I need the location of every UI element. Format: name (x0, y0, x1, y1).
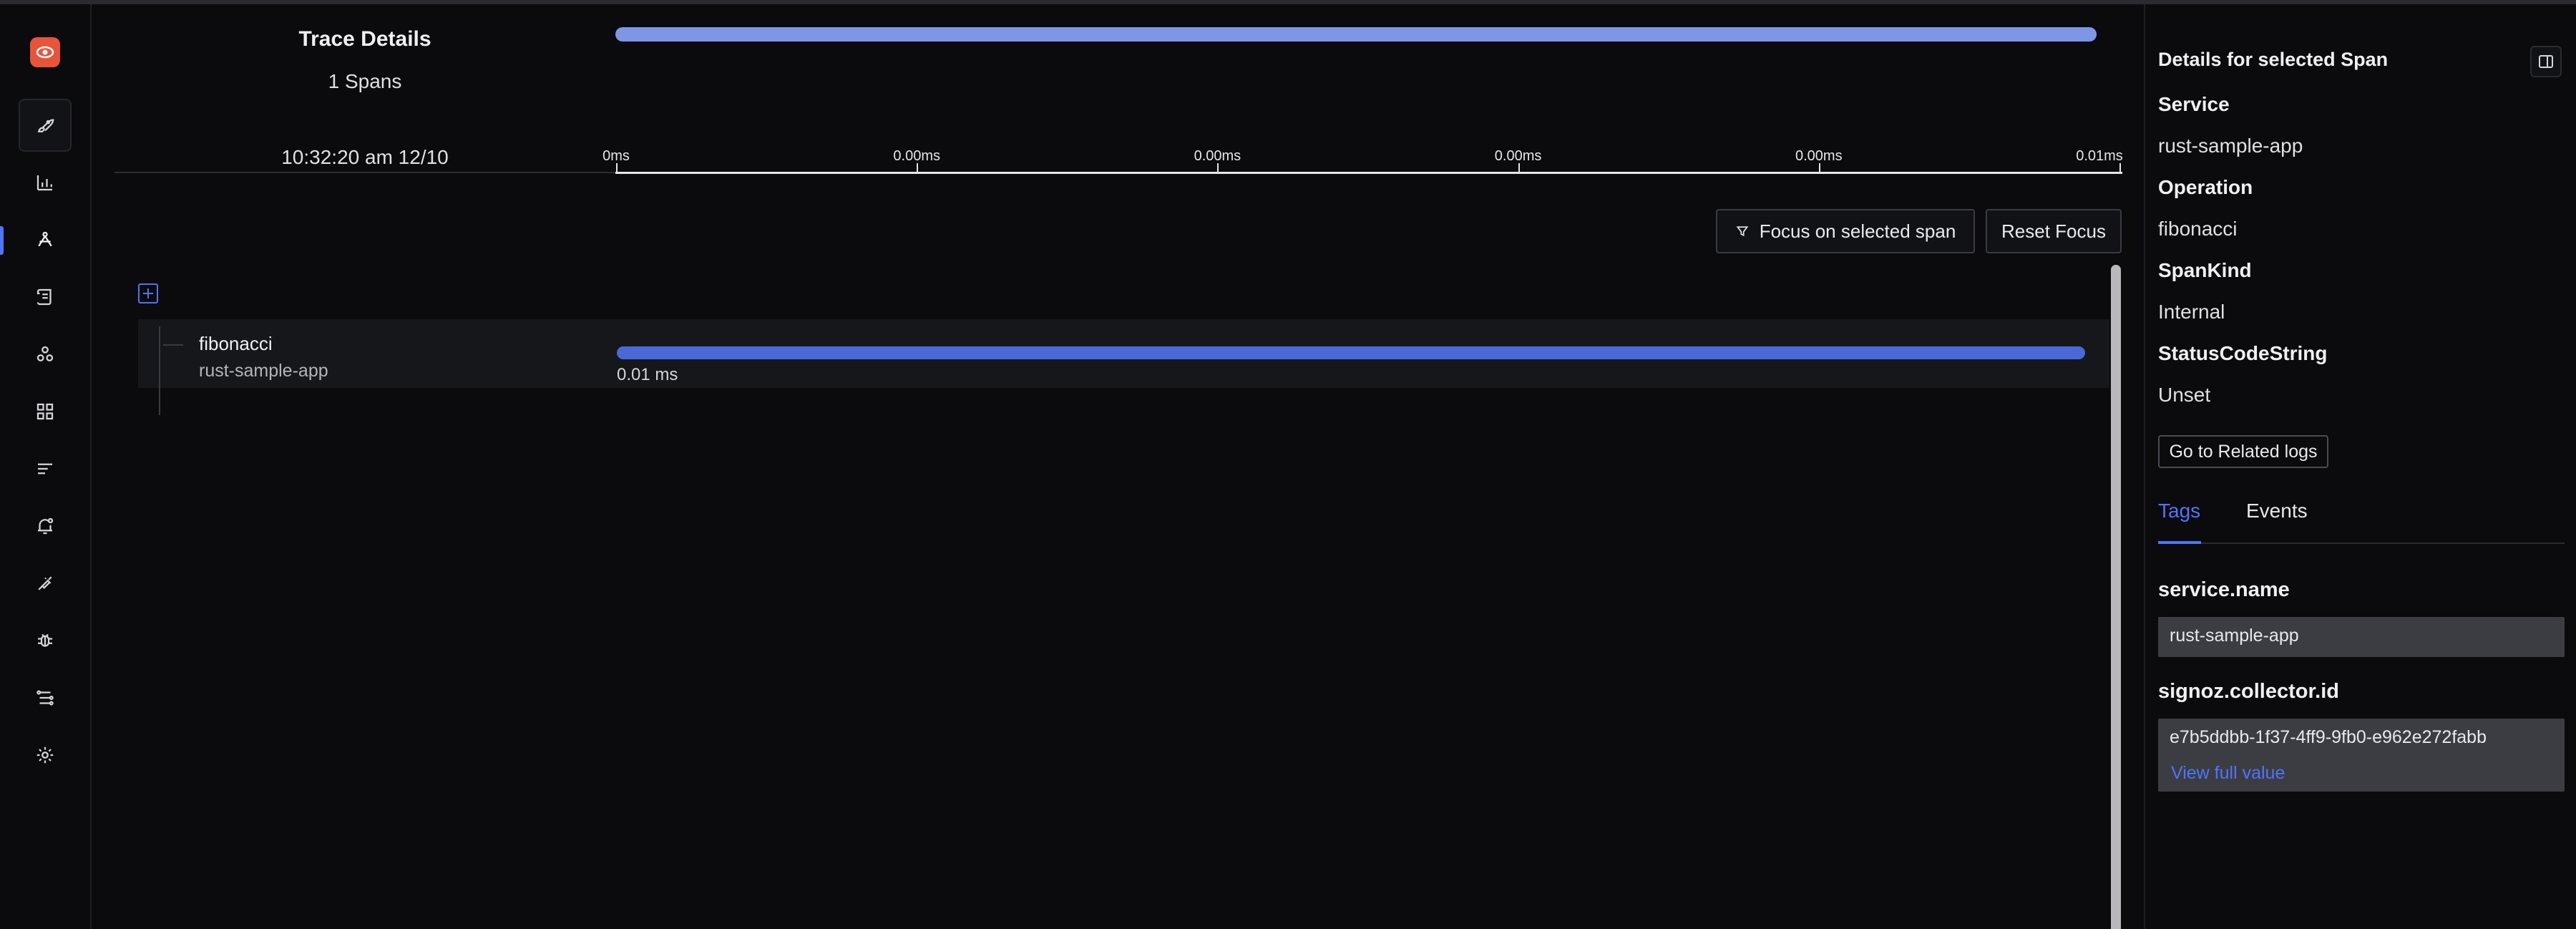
collapse-panel-button[interactable] (2530, 46, 2562, 77)
logs-icon (36, 288, 52, 306)
tab-tags[interactable]: Tags (2158, 500, 2200, 522)
timeline-tick (1518, 163, 1520, 173)
operation-value: fibonacci (2158, 218, 2238, 240)
related-logs-button[interactable]: Go to Related logs (2158, 435, 2328, 468)
timeline-tick-label: 0.00ms (1795, 148, 1843, 164)
sidebar-item-messaging-queues[interactable] (19, 442, 72, 495)
span-duration-label: 0.01 ms (617, 365, 678, 384)
focus-selected-span-button[interactable]: Focus on selected span (1716, 209, 1975, 253)
page-title: Trace Details (298, 27, 431, 51)
service-label: Service (2158, 93, 2230, 115)
span-count: 1 Spans (328, 70, 402, 92)
tag-value-service-name: rust-sample-app (2170, 626, 2299, 646)
timeline-tick-label: 0.00ms (1494, 148, 1542, 164)
span-service-name: rust-sample-app (199, 361, 328, 381)
trace-overview-bar (615, 27, 2097, 42)
sidebar-item-alerts[interactable] (19, 500, 72, 553)
service-value: rust-sample-app (2158, 135, 2303, 157)
span-operation-name: fibonacci (199, 333, 273, 354)
tag-value-box-service-name: rust-sample-app (2158, 617, 2565, 657)
dashboard-grid-icon (36, 403, 54, 420)
sidebar-item-exceptions[interactable] (19, 614, 72, 667)
timeline-tick (917, 163, 919, 173)
sidebar-item-service-map[interactable] (19, 328, 72, 381)
status-code-label: StatusCodeString (2158, 342, 2328, 364)
reset-focus-button[interactable]: Reset Focus (1986, 209, 2122, 253)
expand-all-icon[interactable] (138, 283, 158, 303)
tabs-divider (2158, 543, 2565, 544)
view-full-value-link[interactable]: View full value (2171, 763, 2285, 784)
spankind-value: Internal (2158, 301, 2225, 323)
tree-connector-vertical (159, 326, 160, 415)
reset-button-label: Reset Focus (2001, 220, 2106, 242)
sidebar-active-indicator (0, 226, 4, 255)
details-panel-title: Details for selected Span (2158, 49, 2389, 70)
operation-label: Operation (2158, 176, 2253, 198)
pipelines-icon (36, 690, 54, 706)
tag-value-box-collector-id: e7b5ddbb-1f37-4ff9-9fb0-e962e272fabb Vie… (2158, 719, 2565, 792)
rocket-icon (37, 119, 54, 132)
timeline-tick (2119, 163, 2121, 173)
sidebar-item-integrations[interactable] (19, 557, 72, 610)
eye-logo-icon (36, 46, 54, 59)
related-logs-label: Go to Related logs (2169, 441, 2318, 462)
services-map-icon (36, 346, 54, 361)
sidebar-item-services[interactable] (19, 156, 72, 209)
sidebar-item-settings[interactable] (19, 729, 72, 782)
tree-connector-horizontal (163, 344, 183, 346)
timeline-tick (616, 163, 618, 173)
exceptions-bug-icon (38, 633, 52, 647)
traces-icon (38, 231, 52, 247)
timeline-tick-label: 0ms (602, 148, 630, 164)
timeline-tick-label: 0.00ms (893, 148, 940, 164)
sidebar-toggle-icon (2539, 55, 2553, 68)
active-tab-indicator (2158, 541, 2201, 544)
timeline-tick (1818, 163, 1820, 173)
sidebar-item-logs[interactable] (19, 271, 72, 324)
sidebar-item-pipelines[interactable] (19, 671, 72, 724)
tag-key-collector-id: signoz.collector.id (2158, 680, 2339, 703)
filter-icon (1736, 226, 1749, 237)
timeline-tick-label: 0.01ms (2076, 148, 2123, 164)
bar-chart-icon (36, 175, 52, 191)
tag-key-service-name: service.name (2158, 578, 2290, 601)
messaging-queues-icon (38, 463, 52, 475)
integrations-plug-icon (38, 576, 52, 590)
alerts-bell-icon (38, 517, 54, 535)
settings-gear-icon (36, 746, 54, 764)
tab-events[interactable]: Events (2246, 500, 2308, 522)
trace-start-time: 10:32:20 am 12/10 (281, 146, 449, 168)
signoz-logo[interactable] (30, 37, 60, 67)
sidebar-item-traces[interactable] (19, 213, 72, 266)
status-code-value: Unset (2158, 384, 2211, 406)
sidebar-item-dashboards[interactable] (19, 385, 72, 438)
tag-value-collector-id: e7b5ddbb-1f37-4ff9-9fb0-e962e272fabb (2170, 727, 2487, 747)
timeline-axis (615, 172, 2122, 174)
sidebar-item-get-started[interactable] (19, 99, 72, 152)
timeline-tick-label: 0.00ms (1194, 148, 1241, 164)
timeline-tick (1217, 163, 1219, 173)
focus-button-label: Focus on selected span (1759, 220, 1956, 242)
vertical-scrollbar[interactable] (2111, 265, 2121, 929)
spankind-label: SpanKind (2158, 259, 2252, 281)
span-duration-bar[interactable] (617, 346, 2085, 359)
